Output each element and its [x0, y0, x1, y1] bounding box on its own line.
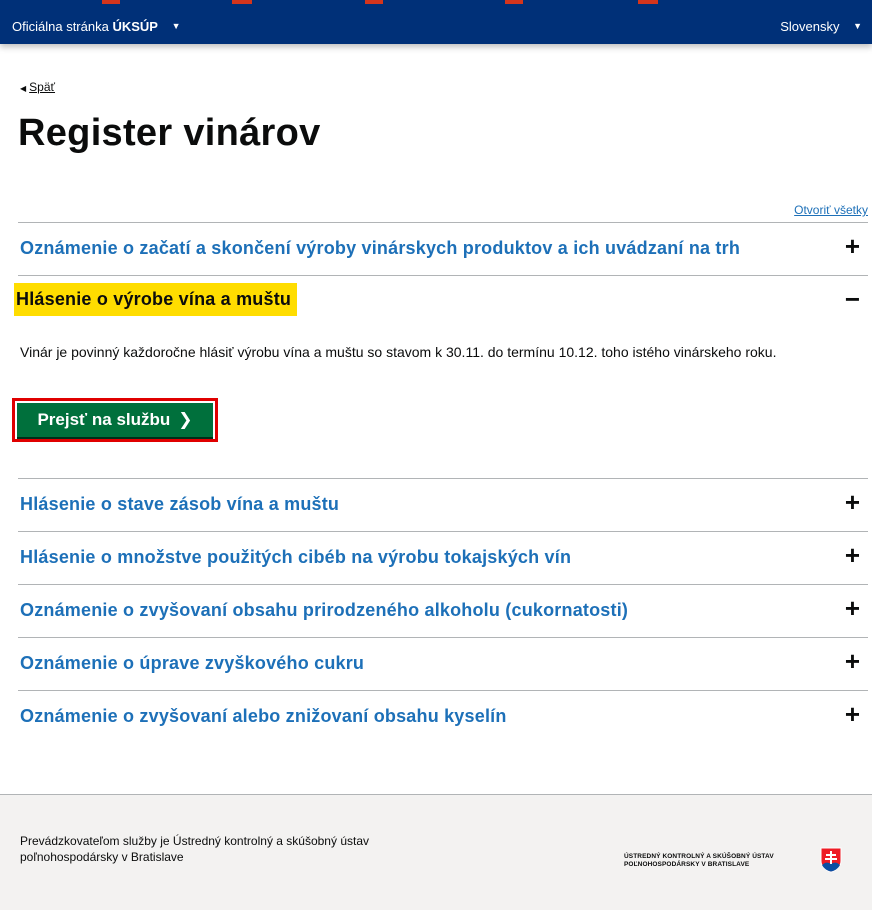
- header-accent: [102, 0, 120, 4]
- page-title: Register vinárov: [18, 112, 321, 154]
- chevron-down-icon: ▼: [853, 21, 862, 31]
- chevron-right-icon: ❯: [178, 410, 193, 429]
- plus-icon[interactable]: +: [845, 701, 860, 727]
- minus-icon[interactable]: −: [845, 286, 860, 312]
- go-to-service-label: Prejsť na službu: [37, 410, 171, 429]
- accordion-section[interactable]: Oznámenie o úprave zvyškového cukru +: [18, 637, 868, 690]
- accordion: Oznámenie o začatí a skončení výroby vin…: [12, 222, 868, 743]
- language-selector[interactable]: Slovensky ▼: [780, 18, 862, 35]
- accordion-section[interactable]: Oznámenie o zvyšovaní alebo znižovaní ob…: [18, 690, 868, 743]
- back-label: Späť: [29, 80, 56, 94]
- accordion-section[interactable]: Oznámenie o začatí a skončení výroby vin…: [18, 222, 868, 275]
- plus-icon[interactable]: +: [845, 595, 860, 621]
- open-all-link[interactable]: Otvoriť všetky: [794, 203, 868, 217]
- accordion-section[interactable]: Oznámenie o zvyšovaní obsahu prirodzenéh…: [18, 584, 868, 637]
- accordion-section-title[interactable]: Oznámenie o zvyšovaní obsahu prirodzenéh…: [20, 600, 628, 621]
- slovak-coat-of-arms-icon: [820, 847, 842, 873]
- accordion-section[interactable]: Hlásenie o množstve použitých cibéb na v…: [18, 531, 868, 584]
- accordion-section[interactable]: Hlásenie o stave zásob vína a muštu +: [18, 478, 868, 531]
- official-prefix: Oficiálna stránka: [12, 19, 109, 34]
- section-description: Vinár je povinný každoročne hlásiť výrob…: [20, 344, 777, 360]
- accordion-section-title[interactable]: Oznámenie o začatí a skončení výroby vin…: [20, 238, 740, 259]
- accordion-section-open[interactable]: Hlásenie o výrobe vína a muštu −: [14, 275, 868, 328]
- chevron-down-icon: ▼: [171, 21, 181, 31]
- official-site-toggle[interactable]: Oficiálna stránka ÚKSÚP ▼: [12, 18, 181, 35]
- header-accent: [365, 0, 383, 4]
- official-brand: ÚKSÚP: [112, 19, 158, 34]
- accordion-section-title[interactable]: Oznámenie o zvyšovaní alebo znižovaní ob…: [20, 706, 507, 727]
- plus-icon[interactable]: +: [845, 489, 860, 515]
- footer: Prevádzkovateľom služby je Ústredný kont…: [0, 794, 872, 910]
- go-to-service-button[interactable]: Prejsť na službu ❯: [17, 403, 213, 437]
- header-accent: [638, 0, 658, 4]
- org-line-2: POĽNOHOSPODÁRSKY V BRATISLAVE: [624, 861, 750, 868]
- header-accent: [505, 0, 523, 4]
- back-link[interactable]: ◀ Späť: [20, 80, 55, 94]
- footer-operator-text: Prevádzkovateľom služby je Ústredný kont…: [20, 834, 369, 864]
- accordion-section-title[interactable]: Oznámenie o úprave zvyškového cukru: [20, 653, 364, 674]
- plus-icon[interactable]: +: [845, 233, 860, 259]
- accordion-section-title[interactable]: Hlásenie o výrobe vína a muštu: [14, 283, 298, 316]
- plus-icon[interactable]: +: [845, 542, 860, 568]
- language-label: Slovensky: [780, 19, 840, 34]
- accordion-section-title[interactable]: Hlásenie o stave zásob vína a muštu: [20, 494, 339, 515]
- accordion-section-content: Vinár je povinný každoročne hlásiť výrob…: [12, 328, 868, 478]
- org-line-1: ÚSTREDNÝ KONTROLNÝ A SKÚŠOBNÝ ÚSTAV: [624, 853, 774, 860]
- triangle-left-icon: ◀: [20, 84, 27, 93]
- accordion-section-title[interactable]: Hlásenie o množstve použitých cibéb na v…: [20, 547, 571, 568]
- plus-icon[interactable]: +: [845, 648, 860, 674]
- header-accent: [232, 0, 252, 4]
- footer-org-logo: ÚSTREDNÝ KONTROLNÝ A SKÚŠOBNÝ ÚSTAV POĽN…: [624, 853, 774, 869]
- top-header-bar: Oficiálna stránka ÚKSÚP ▼ Slovensky ▼: [0, 0, 872, 44]
